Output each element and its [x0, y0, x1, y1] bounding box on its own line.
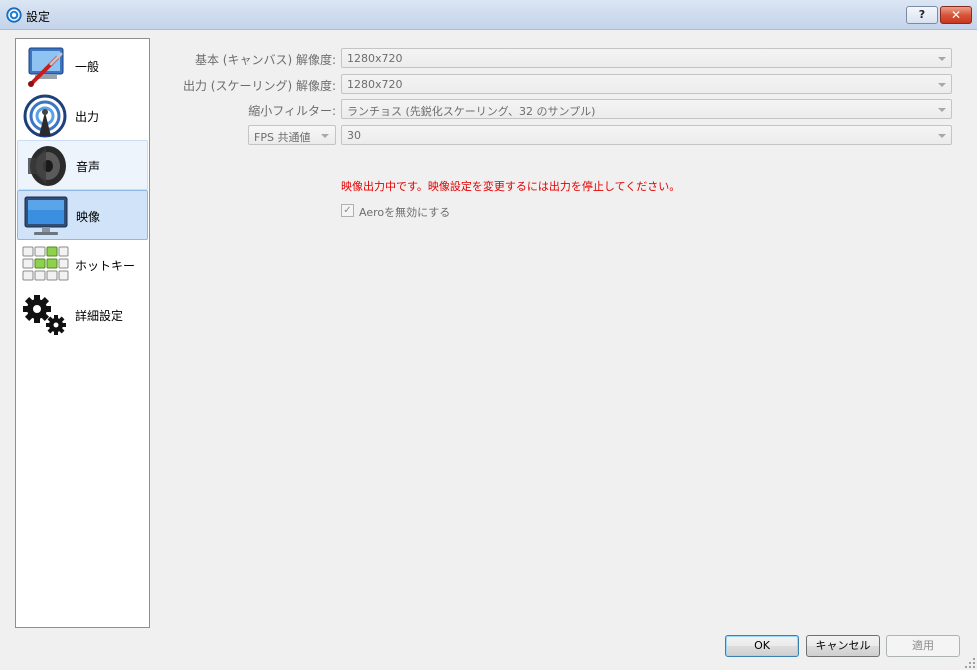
downscale-filter-value: ランチョス (先鋭化スケーリング、32 のサンプル): [347, 105, 596, 118]
sidebar-item-audio[interactable]: 音声: [17, 140, 148, 190]
resize-grip-icon[interactable]: [965, 658, 975, 668]
wrench-screwdriver-icon: [28, 47, 64, 87]
fps-type-value: FPS 共通値: [254, 131, 311, 144]
downscale-filter-combo[interactable]: ランチョス (先鋭化スケーリング、32 のサンプル): [341, 99, 952, 119]
gears-icon: [23, 295, 66, 335]
sidebar-item-label: 出力: [75, 110, 100, 124]
fps-type-combo[interactable]: FPS 共通値: [248, 125, 336, 145]
sidebar-item-label: 音声: [76, 160, 101, 174]
chevron-down-icon: [321, 134, 329, 138]
broadcast-antenna-icon: [23, 94, 67, 138]
base-resolution-label: 基本 (キャンバス) 解像度:: [194, 53, 336, 67]
title-bar[interactable]: 設定 ? ✕: [0, 0, 977, 30]
sidebar-item-label: 一般: [75, 60, 100, 74]
output-resolution-label: 出力 (スケーリング) 解像度:: [182, 79, 336, 93]
fps-value: 30: [347, 129, 361, 142]
ok-button[interactable]: OK: [725, 635, 799, 657]
chevron-down-icon: [938, 134, 946, 138]
sidebar-item-hotkeys[interactable]: ホットキー: [17, 240, 148, 290]
close-icon: ✕: [950, 8, 962, 22]
base-resolution-value: 1280x720: [347, 52, 403, 65]
help-icon: ?: [918, 8, 926, 21]
chevron-down-icon: [938, 108, 946, 112]
monitor-icon: [24, 196, 68, 235]
output-resolution-combo[interactable]: 1280x720: [341, 74, 952, 94]
speaker-icon: [28, 146, 66, 186]
sidebar-item-label: ホットキー: [75, 259, 136, 273]
settings-sidebar: 一般 出力 音声 映像 ホットキー 詳細設定: [15, 38, 150, 628]
downscale-filter-label: 縮小フィルター:: [248, 104, 336, 118]
output-resolution-value: 1280x720: [347, 78, 403, 91]
help-button[interactable]: ?: [906, 6, 938, 24]
hotkeys-grid-icon: [22, 246, 69, 281]
close-button[interactable]: ✕: [940, 6, 972, 24]
disable-aero-label: Aeroを無効にする: [359, 206, 451, 219]
sidebar-item-general[interactable]: 一般: [17, 41, 148, 91]
cancel-button[interactable]: キャンセル: [806, 635, 880, 657]
sidebar-item-advanced[interactable]: 詳細設定: [17, 290, 148, 340]
apply-button[interactable]: 適用: [886, 635, 960, 657]
chevron-down-icon: [938, 83, 946, 87]
sidebar-item-output[interactable]: 出力: [17, 91, 148, 141]
window-title: 設定: [26, 10, 51, 24]
sidebar-item-video[interactable]: 映像: [17, 190, 148, 240]
sidebar-item-label: 映像: [76, 210, 101, 224]
obs-app-icon: [6, 7, 22, 23]
base-resolution-combo[interactable]: 1280x720: [341, 48, 952, 68]
disable-aero-checkbox[interactable]: ✓: [341, 204, 354, 217]
sidebar-item-label: 詳細設定: [75, 309, 124, 323]
chevron-down-icon: [938, 57, 946, 61]
output-active-warning: 映像出力中です。映像設定を変更するには出力を停止してください。: [341, 180, 681, 193]
checkmark-icon: ✓: [343, 205, 352, 216]
fps-value-combo[interactable]: 30: [341, 125, 952, 145]
